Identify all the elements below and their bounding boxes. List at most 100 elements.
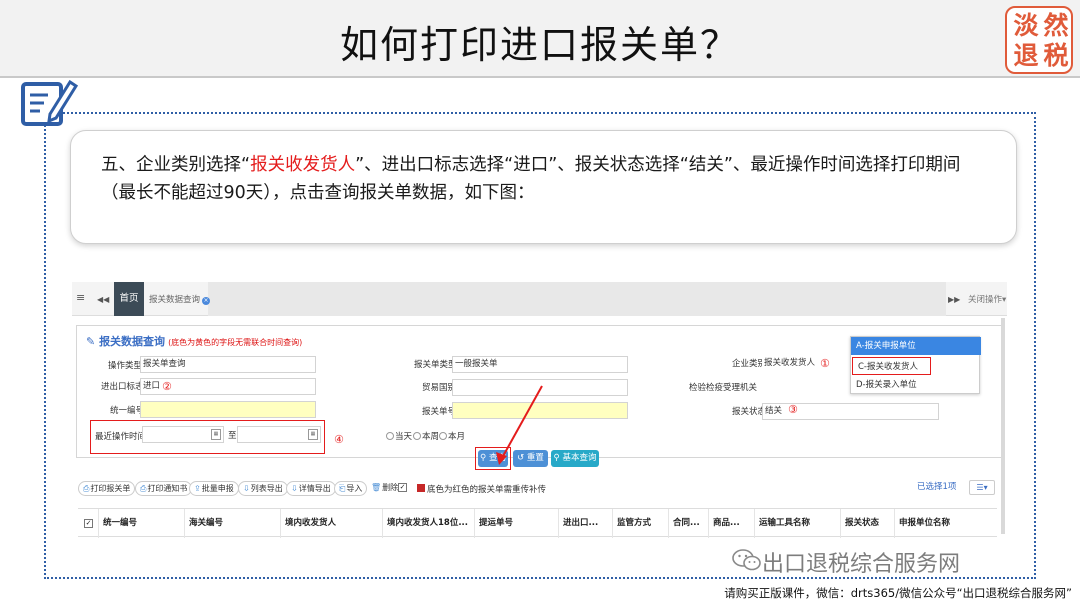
unified-no-label: 统一编号	[110, 406, 145, 416]
radio-this-month-label: 本月	[448, 432, 466, 442]
delete-label: 删除	[382, 483, 399, 492]
grid-toolbar: ⎙打印报关单 ⎙打印通知书 ⇪批量申报 ⇩列表导出 ⇩详情导出 ⎗导入 🗑删除 …	[78, 481, 1003, 497]
unified-no-field[interactable]	[140, 401, 316, 418]
column-header[interactable]: 报关状态	[840, 509, 894, 538]
column-header[interactable]: 商品...	[708, 509, 754, 538]
company-type-label: 企业类别	[732, 359, 767, 369]
tab-home[interactable]: 首页	[114, 282, 144, 316]
company-type-select[interactable]: 报关收发货人	[762, 356, 842, 373]
instruction-box: 五、企业类别选择“报关收发货人”、进出口标志选择“进口”、报关状态选择“结关”、…	[70, 130, 1017, 244]
logo-char-3: 退	[1013, 41, 1039, 70]
export-icon: ⇩	[243, 484, 250, 493]
reset-icon: ↺	[517, 453, 525, 463]
prev-tabs-icon[interactable]: ◀◀	[97, 293, 109, 307]
footer-text: 请购买正版课件，微信：drts365/微信公众号“出口退税综合服务网”	[724, 586, 1072, 600]
import-label: 导入	[346, 484, 363, 493]
radio-this-week-label: 本周	[422, 432, 440, 442]
list-export-button[interactable]: ⇩列表导出	[238, 481, 288, 496]
search-icon: ⚲	[480, 453, 487, 463]
wechat-icon	[732, 549, 761, 571]
menu-icon[interactable]: ≡	[76, 291, 85, 305]
search-button[interactable]: ⚲ 查询	[478, 450, 508, 467]
search-button-label: 查询	[488, 453, 506, 463]
column-header[interactable]: 合同...	[668, 509, 708, 538]
radio-this-month[interactable]: 本月	[439, 430, 465, 442]
print-decl-button[interactable]: ⎙打印报关单	[78, 481, 136, 496]
tab-query[interactable]: 报关数据查询 ×	[149, 293, 211, 305]
red-legend-swatch	[417, 484, 425, 492]
delete-button[interactable]: 🗑删除	[367, 481, 403, 496]
print-icon: ⎙	[140, 484, 147, 493]
company-type-dropdown: A-报关申报单位 C-报关收发货人 D-报关录入单位	[850, 336, 981, 394]
ie-flag-label: 进出口标志	[101, 382, 144, 392]
decl-no-label: 报关单号	[422, 407, 457, 417]
inspect-org-label: 检验检疫受理机关	[689, 383, 758, 393]
column-header[interactable]: 统一编号	[98, 509, 184, 538]
trade-country-field[interactable]	[452, 379, 628, 396]
instruction-prefix: 五、企业类别选择“	[101, 155, 251, 175]
form-title-icon: ✎	[86, 335, 96, 348]
radio-dot	[386, 432, 394, 440]
calendar-icon[interactable]: ▦	[211, 429, 221, 440]
detail-export-button[interactable]: ⇩详情导出	[286, 481, 336, 496]
close-operations-menu[interactable]: 关闭操作▾	[968, 293, 1006, 305]
logo-char-1: 淡	[1013, 11, 1039, 40]
decl-no-field[interactable]	[452, 402, 628, 419]
upload-icon: ⇪	[194, 484, 201, 493]
column-header[interactable]: 境内收发货人	[280, 509, 382, 538]
radio-this-week[interactable]: 本周	[413, 430, 439, 442]
print-notice-label: 打印通知书	[147, 484, 188, 493]
decl-status-label: 报关状态	[732, 407, 767, 417]
column-header[interactable]: 运输工具名称	[754, 509, 840, 538]
print-icon: ⎙	[83, 484, 90, 493]
close-tab-icon[interactable]: ×	[202, 297, 211, 305]
vertical-scrollbar[interactable]	[1001, 318, 1005, 534]
export-icon: ⇩	[291, 484, 298, 493]
column-header[interactable]: 境内收发货人18位...	[382, 509, 474, 538]
basic-query-button[interactable]: ⚲ 基本查询	[551, 450, 599, 467]
tab-query-label: 报关数据查询	[149, 295, 201, 305]
tab-strip	[208, 282, 946, 316]
date-from-field[interactable]: ▦	[142, 426, 224, 443]
reset-button-label: 重置	[526, 453, 544, 463]
batch-declare-button[interactable]: ⇪批量申报	[189, 481, 239, 496]
column-header[interactable]: 海关编号	[184, 509, 280, 538]
radio-dot	[439, 432, 447, 440]
slide-footer: 请购买正版课件，微信：drts365/微信公众号“出口退税综合服务网”	[0, 579, 1080, 611]
op-type-label: 操作类型	[108, 361, 143, 371]
column-header[interactable]: 提运单号	[474, 509, 558, 538]
print-notice-button[interactable]: ⎙打印通知书	[135, 481, 193, 496]
op-type-field[interactable]: 报关单查询	[140, 356, 316, 373]
dropdown-option-c[interactable]: C-报关收发货人	[852, 357, 931, 375]
marker-1: ①	[820, 357, 830, 370]
marker-3: ③	[788, 403, 798, 416]
column-header[interactable]: 进出口...	[558, 509, 612, 538]
date-to-label: 至	[228, 431, 237, 441]
slide-title: 如何打印进口报关单？	[339, 23, 740, 67]
column-view-menu-icon[interactable]: ☰▾	[969, 480, 995, 495]
select-all-checkbox[interactable]: ✓	[84, 519, 93, 528]
calendar-icon[interactable]: ▦	[308, 429, 318, 440]
app-screenshot: ≡ ◀◀ 首页 报关数据查询 × ▶▶ 关闭操作▾ ✎ 报关数据查询 (底色为黄色的…	[72, 282, 1007, 544]
next-tabs-icon[interactable]: ▶▶	[948, 293, 960, 307]
radio-today[interactable]: 当天	[386, 430, 412, 442]
dropdown-option-a[interactable]: A-报关申报单位	[851, 337, 981, 355]
import-button[interactable]: ⎗导入	[334, 481, 368, 496]
basic-query-label: 基本查询	[562, 453, 597, 463]
form-title-hint: (底色为黄色的字段无需联合时间查询)	[168, 338, 303, 347]
recent-time-label: 最近操作时间	[95, 432, 147, 442]
selected-count: 已选择1项	[917, 482, 957, 492]
date-to-field[interactable]: ▦	[237, 426, 321, 443]
reset-button[interactable]: ↺ 重置	[513, 450, 548, 467]
form-title: ✎ 报关数据查询 (底色为黄色的字段无需联合时间查询)	[86, 333, 302, 349]
instruction-text: 五、企业类别选择“报关收发货人”、进出口标志选择“进口”、报关状态选择“结关”、…	[101, 151, 990, 207]
toolbar-checkbox[interactable]: ✓	[398, 483, 407, 492]
edit-note-icon	[21, 79, 78, 126]
column-header[interactable]: 监管方式	[612, 509, 668, 538]
radio-today-label: 当天	[395, 432, 413, 442]
column-header[interactable]: 申报单位名称	[894, 509, 997, 538]
basic-search-icon: ⚲	[553, 453, 560, 463]
decl-type-select[interactable]: 一般报关单	[452, 356, 628, 373]
form-title-text: 报关数据查询	[99, 335, 166, 348]
dropdown-option-d[interactable]: D-报关录入单位	[851, 376, 981, 394]
